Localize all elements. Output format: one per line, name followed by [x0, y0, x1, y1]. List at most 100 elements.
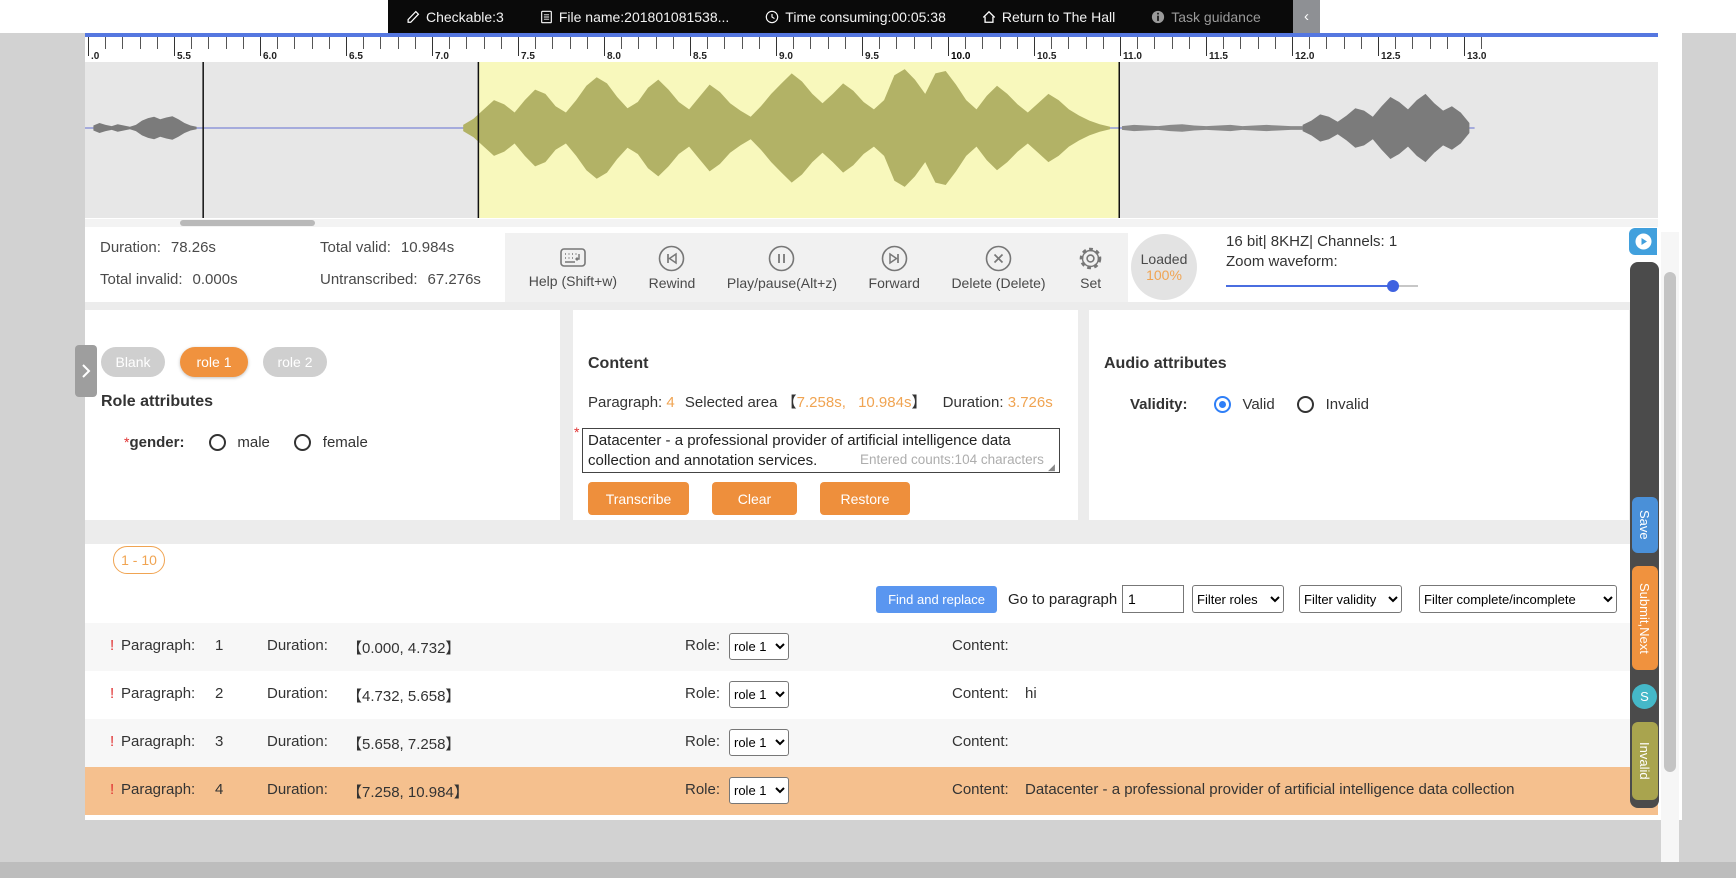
return-to-hall-button[interactable]: Return to The Hall [982, 9, 1115, 25]
selection-duration-value: 3.726s [1008, 394, 1053, 411]
bracket-close: 】 [911, 394, 926, 411]
task-guidance-label: Task guidance [1171, 9, 1261, 25]
row-duration-value: 【7.258, 10.984】 [347, 781, 469, 802]
row-duration-value: 【0.000, 4.732】 [347, 637, 460, 658]
row-content-label: Content: [952, 685, 1009, 702]
gender-male-label: male [237, 434, 270, 451]
stat-duration-label: Duration: [100, 239, 161, 256]
row-role-select[interactable]: role 1 [729, 729, 789, 756]
radio-gender-female[interactable] [294, 434, 311, 451]
row-paragraph-number: 1 [215, 637, 223, 654]
row-content-label: Content: [952, 637, 1009, 654]
filter-complete-select[interactable]: Filter complete/incomplete [1419, 585, 1617, 613]
transport-controls: Help (Shift+w) Rewind Play/pause(Alt+z) … [505, 233, 1128, 302]
pause-icon [768, 245, 795, 272]
rewind-label: Rewind [649, 275, 696, 291]
time-ruler[interactable]: .05.56.06.57.07.58.08.59.09.510.010.511.… [85, 37, 1658, 62]
info-icon [1151, 10, 1165, 24]
filter-roles-select[interactable]: Filter roles [1192, 585, 1284, 613]
clear-button[interactable]: Clear [712, 482, 797, 515]
side-play-button[interactable] [1629, 228, 1657, 255]
textarea-resize-grip[interactable]: ◢ [1048, 462, 1055, 473]
waveform-hscrollbar-thumb[interactable] [180, 220, 315, 226]
pagination-badge[interactable]: 1 - 10 [113, 546, 165, 574]
audio-attributes-card [1089, 310, 1629, 520]
annotation-app: Checkable:3 File name:201801081538... Ti… [0, 0, 1736, 878]
stat-total-valid-label: Total valid: [320, 239, 391, 256]
row-role-label: Role: [685, 637, 720, 654]
content-heading: Content [588, 355, 648, 373]
goto-paragraph-label: Go to paragraph [1008, 591, 1117, 608]
s-badge-button[interactable]: S [1632, 684, 1657, 709]
loaded-label: Loaded [1141, 251, 1188, 267]
goto-paragraph-input[interactable] [1122, 585, 1184, 613]
paragraph-row-1[interactable]: ! Paragraph: 1 Duration: 【0.000, 4.732】 … [85, 623, 1658, 671]
validity-label: Validity: [1130, 396, 1188, 413]
submit-next-button[interactable]: Submit,Next [1632, 566, 1658, 670]
stat-untranscribed: Untranscribed:67.276s [320, 271, 481, 288]
warning-flag: ! [110, 685, 114, 702]
role-tab-blank-label: Blank [115, 354, 150, 370]
role-tab-role2-label: role 2 [277, 354, 312, 370]
checkable-label: Checkable:3 [426, 9, 504, 25]
row-role-label: Role: [685, 733, 720, 750]
invalid-button[interactable]: Invalid [1632, 722, 1658, 800]
radio-validity-valid[interactable] [1214, 396, 1231, 413]
selection-end-value: 10.984s [858, 394, 911, 411]
play-pause-button[interactable]: Play/pause(Alt+z) [727, 245, 837, 291]
row-paragraph-number: 4 [215, 781, 223, 798]
forward-icon [881, 245, 908, 272]
file-name-label: File name:201801081538... [559, 9, 729, 25]
zoom-waveform-slider[interactable] [1226, 280, 1418, 292]
role-attributes-heading: Role attributes [101, 393, 213, 411]
forward-label: Forward [869, 275, 920, 291]
delete-button[interactable]: Delete (Delete) [951, 245, 1045, 291]
page-vscrollbar-thumb[interactable] [1664, 272, 1676, 772]
filter-validity-select[interactable]: Filter validity [1299, 585, 1402, 613]
entered-counts-label: Entered counts:104 characters [860, 452, 1044, 467]
valid-label: Valid [1242, 396, 1274, 413]
page-vscrollbar[interactable] [1661, 232, 1679, 878]
row-duration-value: 【5.658, 7.258】 [347, 733, 460, 754]
row-role-select[interactable]: role 1 [729, 681, 789, 708]
rewind-button[interactable]: Rewind [649, 245, 696, 291]
rewind-icon [658, 245, 685, 272]
radio-validity-invalid[interactable] [1297, 396, 1314, 413]
transcribe-button[interactable]: Transcribe [588, 482, 689, 515]
zoom-waveform-label: Zoom waveform: [1226, 253, 1338, 270]
waveform-hscrollbar[interactable] [85, 219, 1658, 227]
slider-thumb[interactable] [1387, 280, 1399, 292]
restore-button[interactable]: Restore [820, 482, 910, 515]
row-role-select[interactable]: role 1 [729, 633, 789, 660]
find-and-replace-button[interactable]: Find and replace [876, 586, 997, 613]
play-icon [1635, 233, 1652, 250]
paragraph-row-4-selected[interactable]: ! Paragraph: 4 Duration: 【7.258, 10.984】… [85, 767, 1658, 815]
collapse-topbar-button[interactable]: ‹ [1293, 0, 1320, 33]
chevron-left-icon: ‹ [1304, 8, 1309, 25]
role-tab-role2[interactable]: role 2 [263, 347, 327, 377]
invalid-label: Invalid [1326, 396, 1369, 413]
pencil-icon [406, 10, 420, 24]
textarea-required-asterisk: * [574, 424, 579, 440]
row-role-select[interactable]: role 1 [729, 777, 789, 804]
role-tab-blank[interactable]: Blank [101, 347, 165, 377]
selection-start-value: 7.258s, [797, 394, 846, 411]
selected-area-label: Selected area [685, 394, 778, 411]
role-tab-role1[interactable]: role 1 [180, 347, 248, 377]
paragraph-row-3[interactable]: ! Paragraph: 3 Duration: 【5.658, 7.258】 … [85, 719, 1658, 767]
forward-button[interactable]: Forward [869, 245, 920, 291]
help-label: Help (Shift+w) [529, 273, 617, 289]
paragraph-row-2[interactable]: ! Paragraph: 2 Duration: 【4.732, 5.658】 … [85, 671, 1658, 719]
delete-x-icon [985, 245, 1012, 272]
warning-flag: ! [110, 733, 114, 750]
row-paragraph-label: Paragraph: [121, 637, 195, 654]
save-button[interactable]: Save [1632, 497, 1658, 553]
set-button[interactable]: Set [1077, 245, 1104, 291]
panel-expander-button[interactable] [75, 345, 97, 397]
row-role-label: Role: [685, 781, 720, 798]
help-button[interactable]: Help (Shift+w) [529, 246, 617, 289]
task-guidance-button[interactable]: Task guidance [1151, 9, 1261, 25]
waveform-display[interactable] [85, 62, 1658, 218]
stat-duration-value: 78.26s [171, 239, 216, 256]
radio-gender-male[interactable] [209, 434, 226, 451]
